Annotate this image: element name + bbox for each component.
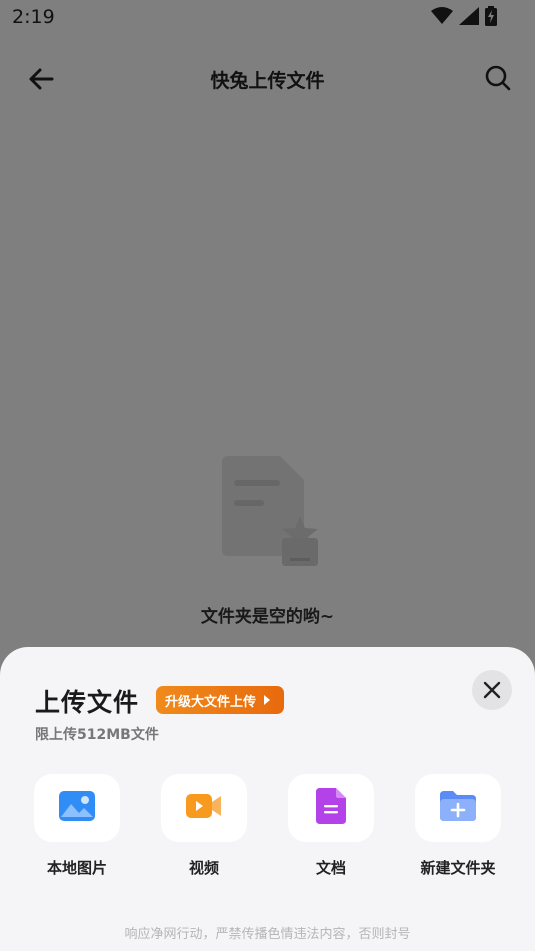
new-folder-icon xyxy=(440,791,476,825)
upgrade-label: 升级大文件上传 xyxy=(165,694,257,710)
document-icon xyxy=(316,788,346,828)
option-tile[interactable] xyxy=(161,774,247,842)
option-tile[interactable] xyxy=(415,774,501,842)
option-label: 新建文件夹 xyxy=(420,859,496,877)
option-label: 文档 xyxy=(315,859,346,877)
close-icon[interactable] xyxy=(472,670,512,710)
option-label: 本地图片 xyxy=(46,859,107,877)
upload-options: 本地图片 视频 文档 新建文件夹 xyxy=(0,774,535,894)
sheet-title: 上传文件 xyxy=(35,688,140,717)
upgrade-large-file-button[interactable]: 升级大文件上传 xyxy=(156,686,285,714)
option-tile[interactable] xyxy=(34,774,120,842)
upload-bottom-sheet: 上传文件 升级大文件上传 限上传512MB文件 本地图片 视频 文档 新建文件夹… xyxy=(0,647,535,951)
footer-note: 响应净网行动，严禁传播色情违法内容，否则封号 xyxy=(124,927,411,942)
video-icon xyxy=(186,792,222,824)
option-new-folder[interactable]: 新建文件夹 xyxy=(403,774,513,878)
option-video[interactable]: 视频 xyxy=(149,774,259,878)
option-tile[interactable] xyxy=(288,774,374,842)
image-icon xyxy=(59,791,95,825)
chevron-right-icon xyxy=(264,695,271,705)
option-document[interactable]: 文档 xyxy=(276,774,386,878)
option-local-image[interactable]: 本地图片 xyxy=(22,774,132,878)
upload-limit-text: 限上传512MB文件 xyxy=(35,727,159,743)
option-label: 视频 xyxy=(188,859,219,877)
